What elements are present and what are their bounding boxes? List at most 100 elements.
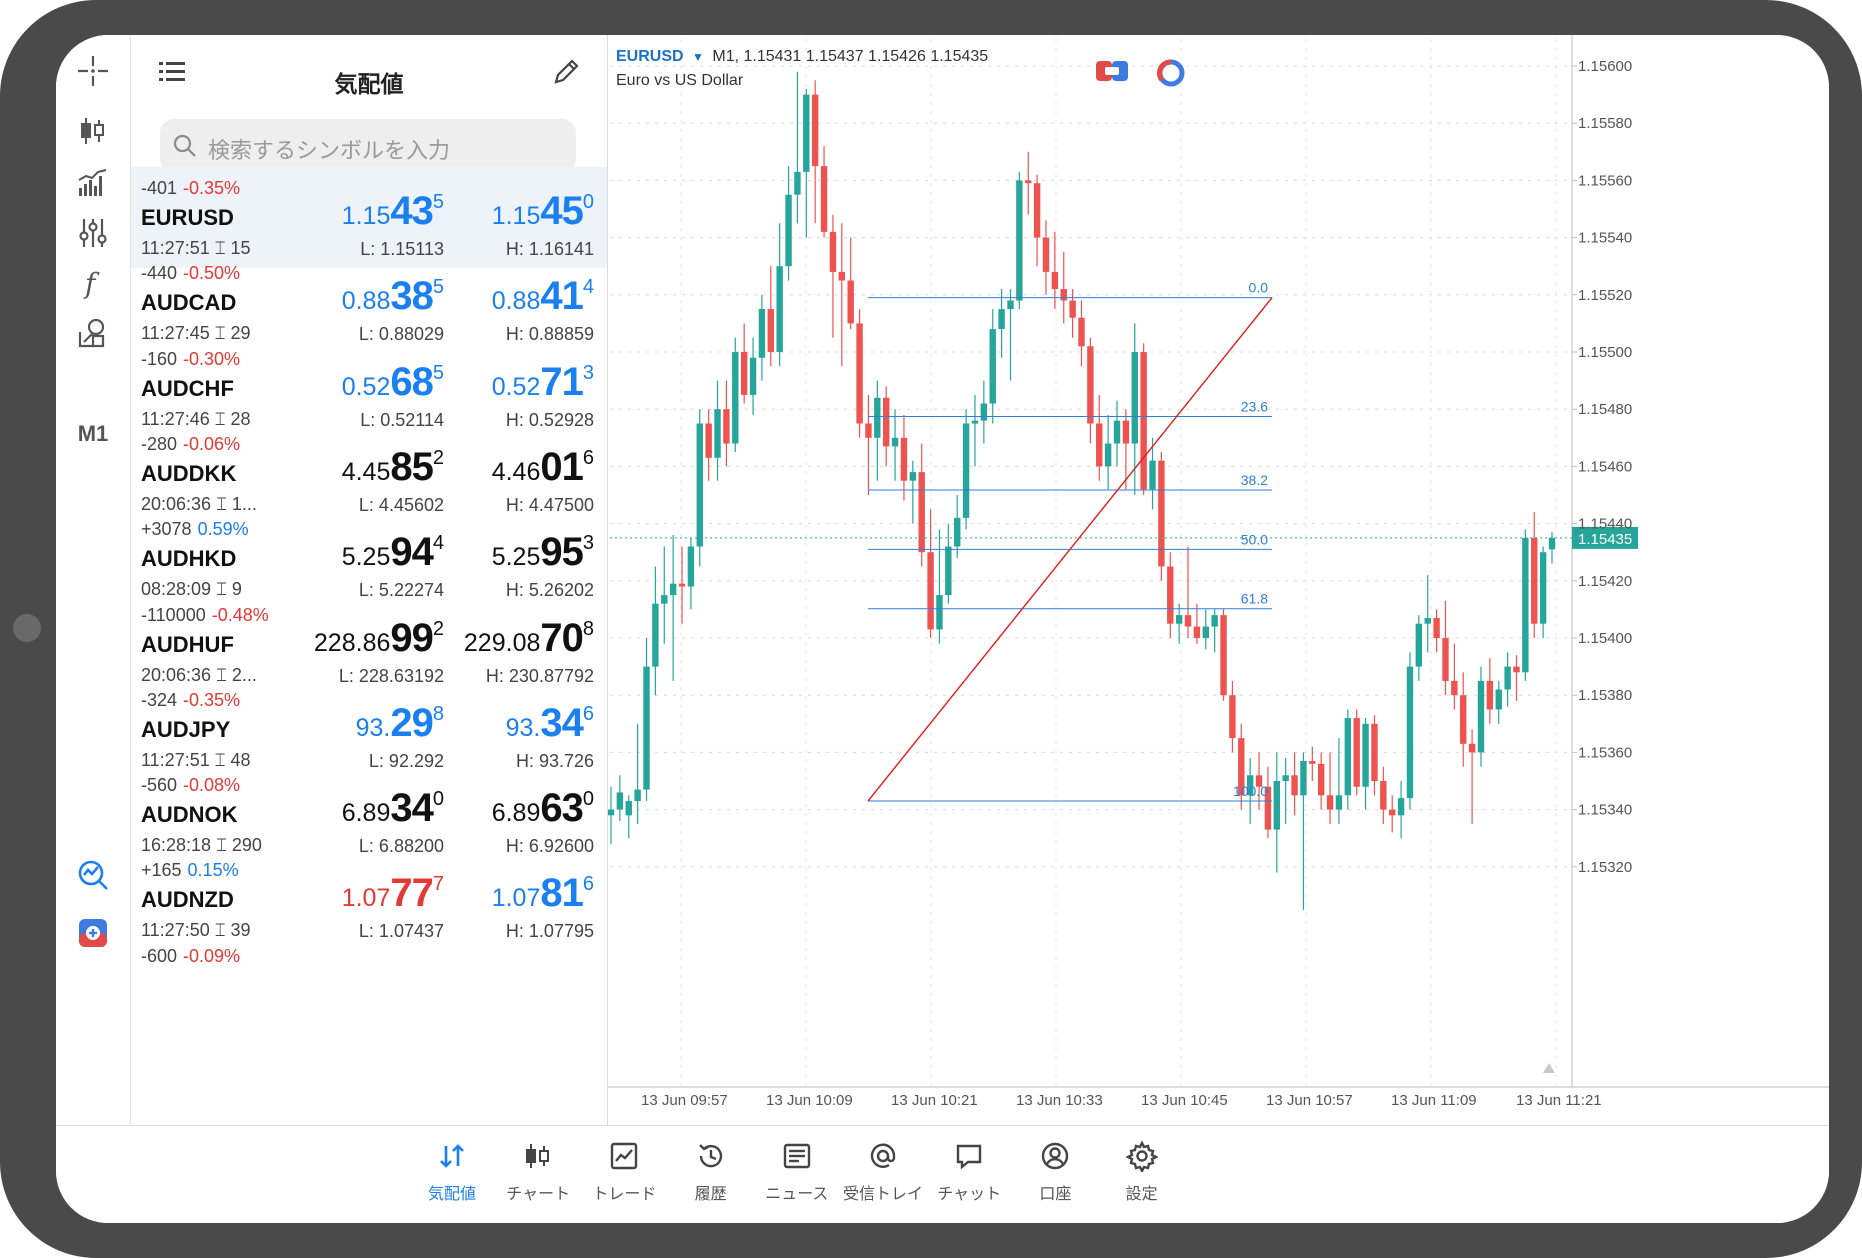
candle	[1477, 666, 1485, 767]
symbol-search-input[interactable]: 検索するシンボルを入力	[160, 119, 576, 173]
ask-price[interactable]: 93.346	[506, 701, 594, 751]
bid-price-prefix: 1.07	[341, 884, 391, 913]
bid-price[interactable]: 5.25944	[342, 530, 444, 580]
bid-price-prefix: 5.25	[341, 543, 391, 572]
candle	[749, 337, 757, 415]
candle	[740, 323, 748, 404]
ask-price[interactable]: 0.52713	[492, 360, 594, 410]
timeframe-button[interactable]: M1	[56, 421, 130, 447]
bid-price[interactable]: 0.52685	[342, 360, 444, 410]
candle-body	[1078, 317, 1085, 347]
ask-price[interactable]: 1.15450	[492, 189, 594, 239]
tab-label: 設定	[1125, 1186, 1158, 1203]
trading-signals-icon[interactable]	[73, 855, 113, 895]
candle-body	[794, 171, 801, 195]
objects-icon[interactable]	[73, 313, 113, 353]
fib-level-label: 61.8	[1241, 591, 1268, 607]
candle-body	[732, 352, 739, 444]
ask-price[interactable]: 0.88414	[492, 274, 594, 324]
candle	[1406, 652, 1414, 810]
candle-body	[608, 809, 615, 816]
candle	[803, 88, 810, 238]
candle-body	[1424, 617, 1431, 624]
bid-price-point: 0	[432, 788, 444, 811]
ask-price[interactable]: 6.89630	[492, 786, 594, 836]
market-watch-header: 気配値	[131, 35, 607, 115]
function-icon[interactable]: f	[73, 263, 113, 303]
candle-body	[1415, 623, 1423, 667]
price-chart[interactable]: 0.023.638.250.061.8100.01.154351.156001.…	[608, 35, 1829, 1125]
tab-history[interactable]: 履歴	[666, 1136, 756, 1204]
ask-price-point: 3	[582, 361, 594, 384]
bottom-tab-bar: 気配値 チャート トレード 履歴 ニュース 受信トレイ チャット 口座 設定	[56, 1125, 1829, 1223]
change-percent: -0.30%	[183, 348, 241, 369]
indicators-icon[interactable]	[73, 163, 113, 203]
candle-body	[1042, 237, 1050, 272]
ask-price[interactable]: 1.07816	[492, 871, 594, 921]
symbol-row-partial[interactable]: -600 -0.09%	[131, 935, 607, 1036]
candle	[669, 535, 677, 681]
tab-label: 受信トレイ	[842, 1186, 923, 1203]
edit-pencil-icon[interactable]	[551, 57, 581, 92]
ask-price[interactable]: 4.46016	[492, 445, 594, 495]
candle	[1424, 575, 1431, 653]
bid-price-pips: 68	[390, 359, 433, 404]
candle-body	[1504, 666, 1511, 690]
chart-area[interactable]: 0.0 23.6 38.2 50.0 61.8 100.0 1.15435 1.15600 1.…	[608, 35, 1829, 1125]
tab-news[interactable]: ニュース	[752, 1136, 842, 1204]
candle-body	[1087, 346, 1094, 424]
tab-trade[interactable]: トレード	[579, 1136, 669, 1204]
tab-chart[interactable]: チャート	[493, 1136, 583, 1204]
bid-price[interactable]: 1.15435	[342, 189, 444, 239]
candle-body	[874, 397, 881, 438]
candle	[962, 409, 970, 530]
candle	[980, 380, 988, 444]
settings-sliders-icon[interactable]	[73, 213, 113, 253]
candle-body	[1317, 763, 1325, 796]
price-tick-label: 1.15340	[1578, 802, 1632, 819]
history-icon	[666, 1136, 756, 1176]
change-points: -401	[141, 178, 178, 198]
bid-price-pips: 99	[390, 615, 433, 660]
bid-price[interactable]: 6.89340	[342, 786, 444, 836]
candle-body	[989, 329, 996, 404]
candle	[767, 266, 774, 367]
time-tick-label: 13 Jun 10:33	[1016, 1092, 1103, 1109]
candle-body	[1211, 615, 1218, 627]
one-click-trading-icon[interactable]	[1096, 59, 1128, 88]
candle	[1531, 512, 1538, 638]
tab-settings[interactable]: 設定	[1097, 1136, 1187, 1204]
depth-of-market-icon[interactable]	[1155, 57, 1187, 94]
candle	[900, 414, 908, 501]
bid-price[interactable]: 4.45852	[342, 445, 444, 495]
bid-price[interactable]: 93.298	[356, 701, 444, 751]
change-percent: 0.59%	[197, 519, 249, 540]
bid-price[interactable]: 1.07777	[342, 871, 444, 921]
symbol-dropdown-icon[interactable]: ▼	[692, 50, 704, 64]
tab-chat[interactable]: チャット	[924, 1136, 1014, 1204]
bid-price-prefix: 6.89	[341, 799, 391, 828]
candle-body	[1131, 352, 1138, 444]
price-tick-label: 1.15600	[1578, 58, 1632, 75]
daily-change: -280 -0.06%	[141, 434, 240, 455]
ask-price[interactable]: 5.25953	[492, 530, 594, 580]
candle	[1033, 174, 1041, 267]
tab-quotes[interactable]: 気配値	[407, 1136, 497, 1204]
symbol-name: AUDNZD	[141, 887, 234, 913]
bid-price[interactable]: 228.86992	[314, 616, 444, 666]
candle-body	[1149, 460, 1156, 490]
change-points: -324	[141, 689, 178, 710]
candle	[1486, 658, 1494, 724]
candle	[785, 166, 792, 281]
chart-tool-rail: f M1	[56, 35, 131, 1125]
candlestick-type-icon[interactable]	[73, 111, 113, 151]
bid-price[interactable]: 0.88385	[342, 274, 444, 324]
tab-account[interactable]: 口座	[1010, 1136, 1100, 1204]
ask-price[interactable]: 229.08708	[464, 616, 594, 666]
one-click-trade-icon[interactable]	[73, 913, 113, 953]
chart-symbol[interactable]: EURUSD	[616, 48, 684, 65]
candle	[954, 495, 961, 558]
candle-body	[1326, 795, 1334, 810]
tab-mailbox[interactable]: 受信トレイ	[838, 1136, 928, 1204]
crosshair-icon[interactable]	[73, 51, 113, 91]
